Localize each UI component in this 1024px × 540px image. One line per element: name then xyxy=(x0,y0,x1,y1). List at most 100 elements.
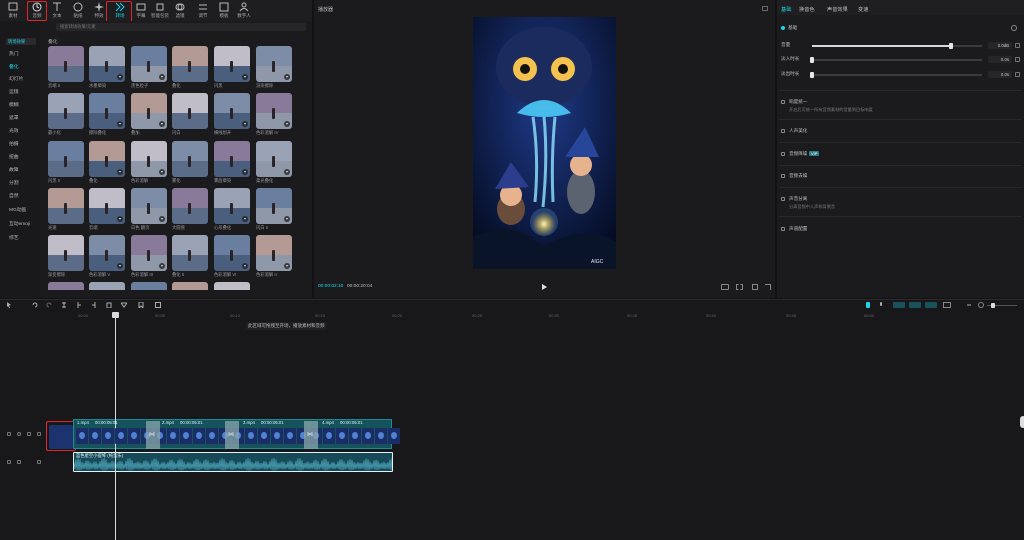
redo-icon[interactable] xyxy=(46,302,52,308)
basic-toggle[interactable] xyxy=(781,26,785,30)
download-icon[interactable] xyxy=(159,169,165,175)
freeze-icon[interactable] xyxy=(120,302,128,308)
value-field[interactable]: 0.0s xyxy=(988,71,1012,78)
filter-chip[interactable]: 转场效果 xyxy=(6,38,36,45)
effect-thumbnail[interactable] xyxy=(172,235,208,271)
tab-3[interactable]: 变速 xyxy=(858,6,868,13)
slider-knob[interactable] xyxy=(810,56,814,63)
effect-thumbnail[interactable] xyxy=(89,93,125,129)
effect-thumbnail[interactable] xyxy=(89,235,125,271)
effect-thumbnail[interactable] xyxy=(48,46,84,82)
toggle-checkbox[interactable] xyxy=(781,100,785,104)
scroll-handle[interactable] xyxy=(1020,416,1024,428)
effect-thumbnail[interactable] xyxy=(214,93,250,129)
effect-thumbnail[interactable] xyxy=(256,141,292,177)
effect-thumbnail[interactable] xyxy=(89,188,125,224)
effect-thumbnail[interactable] xyxy=(48,93,84,129)
slider-knob[interactable] xyxy=(810,71,814,78)
download-icon[interactable] xyxy=(159,121,165,127)
download-icon[interactable] xyxy=(284,216,290,222)
effect-thumbnail[interactable] xyxy=(214,188,250,224)
effect-thumbnail[interactable] xyxy=(214,141,250,177)
effect-thumbnail[interactable] xyxy=(48,235,84,271)
category-item[interactable]: MG动画 xyxy=(9,206,26,213)
toggle-checkbox[interactable] xyxy=(781,152,785,156)
toolbar-filter-button[interactable]: 滤镜 xyxy=(170,1,190,20)
toolbar-audio-button[interactable]: 音频 xyxy=(27,1,47,20)
effect-thumbnail[interactable] xyxy=(214,46,250,82)
lock-icon[interactable] xyxy=(7,432,11,436)
effect-thumbnail-partial[interactable] xyxy=(131,282,167,296)
effect-thumbnail[interactable] xyxy=(131,93,167,129)
effect-thumbnail[interactable] xyxy=(256,188,292,224)
snap-toggle[interactable] xyxy=(909,302,921,308)
download-icon[interactable] xyxy=(117,263,123,269)
toolbar-template-button[interactable]: 模板 xyxy=(214,1,234,20)
download-icon[interactable] xyxy=(117,74,123,80)
keyframe-icon[interactable] xyxy=(1015,72,1020,77)
effect-thumbnail[interactable] xyxy=(131,46,167,82)
zoom-out-icon[interactable] xyxy=(966,302,972,308)
play-icon[interactable] xyxy=(542,284,547,290)
effect-thumbnail[interactable] xyxy=(131,188,167,224)
effect-thumbnail[interactable] xyxy=(172,141,208,177)
audio-mute-icon[interactable] xyxy=(17,460,21,464)
crop-tool-icon[interactable] xyxy=(155,302,161,308)
toolbar-avatar-button[interactable]: 数字人 xyxy=(234,1,254,20)
zoom-fit-icon[interactable] xyxy=(978,302,984,308)
category-item[interactable]: 分割 xyxy=(9,179,19,186)
split-icon[interactable] xyxy=(61,302,67,308)
toolbar-sticker-button[interactable]: 贴纸 xyxy=(68,1,88,20)
transition-marker[interactable]: ⋈ xyxy=(225,421,239,449)
ratio-icon[interactable] xyxy=(721,284,729,290)
toggle-checkbox[interactable] xyxy=(781,129,785,133)
zoom-icon[interactable] xyxy=(752,284,758,290)
undo-icon[interactable] xyxy=(32,302,38,308)
download-icon[interactable] xyxy=(284,263,290,269)
category-item[interactable]: 故障 xyxy=(9,166,19,173)
download-icon[interactable] xyxy=(242,263,248,269)
category-item[interactable]: 自然 xyxy=(9,192,19,199)
download-icon[interactable] xyxy=(159,216,165,222)
toolbar-adjust-button[interactable]: 调节 xyxy=(193,1,213,20)
toolbar-transition-button[interactable]: 转场 xyxy=(110,1,130,20)
slider-track[interactable] xyxy=(812,42,982,49)
playhead-knob[interactable] xyxy=(112,312,119,318)
search-input[interactable]: 搜索转场效果/元素 xyxy=(56,23,306,31)
effect-thumbnail[interactable] xyxy=(131,235,167,271)
effect-thumbnail-partial[interactable] xyxy=(48,282,84,296)
toggle-checkbox[interactable] xyxy=(781,197,785,201)
playhead[interactable] xyxy=(115,313,116,540)
fullscreen-icon[interactable] xyxy=(765,284,771,290)
audio-more-icon[interactable] xyxy=(37,460,41,464)
download-icon[interactable] xyxy=(159,74,165,80)
toolbar-effects-button[interactable]: 特效 xyxy=(89,1,109,20)
keyframe-icon[interactable] xyxy=(1015,43,1020,48)
transition-marker[interactable]: ⋈ xyxy=(304,421,318,449)
menu-icon[interactable] xyxy=(762,6,768,11)
category-item[interactable]: 扭曲 xyxy=(9,153,19,160)
effect-thumbnail[interactable] xyxy=(89,141,125,177)
mute-icon[interactable] xyxy=(27,432,31,436)
toolbar-smart-pack-button[interactable]: 智能包装 xyxy=(150,1,170,20)
category-item[interactable]: 综艺 xyxy=(9,234,19,241)
category-item[interactable]: 拍摄 xyxy=(9,140,19,147)
value-field[interactable]: 0.0s xyxy=(988,56,1012,63)
download-icon[interactable] xyxy=(242,216,248,222)
keyframe-icon[interactable] xyxy=(1015,57,1020,62)
category-item[interactable]: 模糊 xyxy=(9,101,19,108)
effect-thumbnail[interactable] xyxy=(256,93,292,129)
magnet-icon[interactable] xyxy=(866,302,870,308)
tab-0[interactable]: 基础 xyxy=(781,6,791,13)
select-tool-icon[interactable] xyxy=(6,302,12,308)
preview-axis-toggle[interactable] xyxy=(925,302,937,308)
category-item[interactable]: 遮罩 xyxy=(9,114,19,121)
tab-2[interactable]: 声音效果 xyxy=(827,6,848,13)
split-right-icon[interactable] xyxy=(91,302,97,308)
effect-thumbnail[interactable] xyxy=(131,141,167,177)
category-item[interactable]: 互动emoji xyxy=(9,220,30,227)
download-icon[interactable] xyxy=(284,169,290,175)
audio-lock-icon[interactable] xyxy=(7,460,11,464)
value-field[interactable]: 0.0dB xyxy=(988,42,1012,49)
effect-thumbnail[interactable] xyxy=(172,188,208,224)
